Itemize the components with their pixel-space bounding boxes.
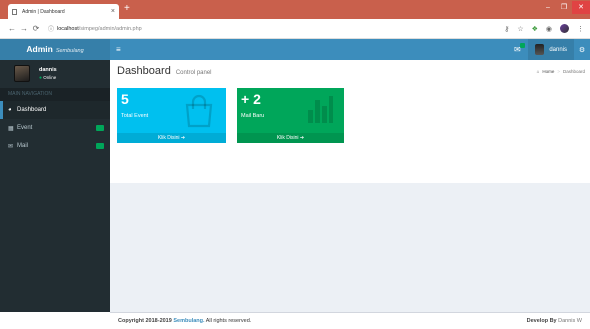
reload-icon[interactable]: ⟳	[30, 24, 42, 33]
info-icon[interactable]: ⓘ	[48, 24, 54, 33]
browser-toolbar-icons: ⚷ ☆ ❖ ◉ ⋮	[504, 24, 584, 33]
extension-icon[interactable]: ❖	[532, 25, 538, 33]
minimize-button[interactable]: –	[540, 1, 556, 14]
stat-box-total-event: 5 Total Event Klik Disini ➔	[117, 88, 226, 143]
profile-avatar-icon[interactable]	[560, 24, 569, 33]
navbar-right: ✉ dannis ⚙	[506, 39, 590, 60]
page-title: Dashboard	[117, 65, 171, 77]
star-icon[interactable]: ☆	[517, 25, 523, 33]
main-header: Admin Sembulang ≡ ✉ dannis ⚙	[0, 39, 590, 60]
mail-notification[interactable]: ✉	[506, 43, 528, 54]
browser-tab-strip: Admin | Dashboard × + – ❐ ✕	[0, 0, 590, 19]
new-tab-button[interactable]: +	[124, 4, 130, 14]
sidebar: dannis ● Online MAIN NAVIGATION ◕ Dashbo…	[0, 60, 110, 312]
stat-box-footer-link[interactable]: Klik Disini ➔	[117, 133, 226, 143]
window-controls: – ❐ ✕	[540, 0, 590, 15]
stat-number: + 2	[241, 91, 261, 107]
key-icon[interactable]: ⚷	[504, 25, 509, 33]
logo-sub: Sembulang	[55, 48, 84, 54]
stat-label: Mail Baru	[241, 113, 265, 119]
mail-count-badge	[96, 143, 104, 149]
breadcrumb-separator: >	[557, 69, 560, 74]
user-avatar	[535, 44, 545, 55]
develop-label: Develop By	[526, 318, 557, 324]
hamburger-menu-icon[interactable]: ≡	[116, 45, 121, 54]
app-window: Admin | Dashboard × + – ❐ ✕ ← → ⟳ ⓘ loca…	[0, 0, 590, 329]
user-status-label: Online	[43, 74, 57, 80]
footer-brand-link[interactable]: Sembulang.	[173, 318, 204, 324]
user-info: dannis ● Online	[39, 67, 57, 81]
rights-text: All rights reserved.	[205, 318, 252, 324]
footer-developer: Develop By Dannis W	[527, 318, 582, 324]
user-menu[interactable]: dannis	[528, 39, 574, 60]
back-arrow-icon[interactable]: ←	[6, 24, 18, 33]
sidebar-item-mail[interactable]: ✉ Mail	[0, 137, 110, 155]
page-icon	[12, 8, 17, 15]
breadcrumb: ⌂ Home > Dashboard	[537, 69, 585, 74]
arrow-circle-right-icon: ➔	[180, 135, 186, 141]
url-path: /simpeg/admin/admin.php	[78, 25, 142, 32]
navbar: ≡ ✉ dannis ⚙	[110, 39, 590, 60]
sidebar-item-label: Dashboard	[17, 107, 47, 113]
bar-chart-icon	[308, 96, 333, 123]
copyright-text: Copyright 2018-2019	[118, 318, 172, 324]
stat-box-mail-baru: + 2 Mail Baru Klik Disini ➔	[237, 88, 344, 143]
event-badge	[96, 125, 104, 131]
footer-copyright: Copyright 2018-2019 Sembulang. All right…	[118, 318, 251, 324]
gears-icon[interactable]: ⚙	[574, 46, 590, 54]
mail-icon: ✉	[8, 143, 14, 150]
content-wrapper: Dashboard Control panel ⌂ Home > Dashboa…	[110, 60, 590, 312]
browser-tab[interactable]: Admin | Dashboard ×	[8, 4, 119, 19]
extension-circle-icon[interactable]: ◉	[546, 25, 552, 33]
menu-dots-icon[interactable]: ⋮	[577, 25, 584, 33]
tab-title: Admin | Dashboard	[22, 8, 65, 15]
developer-name: Dannis W	[558, 318, 582, 324]
url-field[interactable]: ⓘ localhost/simpeg/admin/admin.php	[48, 24, 504, 34]
stat-box-footer-link[interactable]: Klik Disini ➔	[237, 133, 344, 143]
page-subtitle: Control panel	[175, 70, 212, 76]
footer-link-text: Klik Disini	[157, 135, 180, 141]
user-panel: dannis ● Online	[0, 60, 110, 87]
content-panel: Dashboard Control panel ⌂ Home > Dashboa…	[110, 60, 590, 183]
tab-close-icon[interactable]: ×	[111, 8, 115, 15]
navbar-user-name: dannis	[549, 46, 567, 53]
sidebar-item-label: Mail	[17, 143, 29, 149]
online-dot-icon: ●	[39, 74, 43, 81]
content-header: Dashboard Control panel	[117, 65, 212, 77]
sidebar-item-label: Event	[17, 125, 33, 131]
logo[interactable]: Admin Sembulang	[0, 39, 110, 60]
user-status[interactable]: ● Online	[39, 75, 57, 81]
maximize-button[interactable]: ❐	[556, 1, 572, 14]
address-bar: ← → ⟳ ⓘ localhost/simpeg/admin/admin.php…	[0, 19, 590, 39]
sidebar-user-name: dannis	[39, 66, 57, 73]
footer-link-text: Klik Disini	[276, 135, 299, 141]
forward-arrow-icon[interactable]: →	[18, 24, 30, 33]
mail-badge	[520, 43, 526, 48]
logo-main: Admin	[26, 44, 53, 54]
avatar	[14, 65, 30, 82]
page-footer: Copyright 2018-2019 Sembulang. All right…	[110, 312, 590, 329]
home-icon: ⌂	[536, 69, 540, 74]
stat-label: Total Event	[121, 113, 149, 119]
arrow-circle-right-icon: ➔	[299, 135, 305, 141]
dashboard-icon: ◕	[8, 107, 12, 113]
sidebar-item-dashboard[interactable]: ◕ Dashboard	[0, 101, 110, 119]
url-host: localhost	[57, 25, 79, 32]
breadcrumb-current: Dashboard	[562, 69, 585, 74]
stat-number: 5	[121, 91, 129, 107]
shopping-bag-icon	[185, 94, 213, 128]
calendar-icon: ▦	[8, 125, 14, 132]
breadcrumb-home[interactable]: Home	[542, 69, 554, 74]
sidebar-section-header: MAIN NAVIGATION	[0, 88, 110, 101]
sidebar-item-event[interactable]: ▦ Event	[0, 119, 110, 137]
close-window-button[interactable]: ✕	[572, 1, 590, 14]
